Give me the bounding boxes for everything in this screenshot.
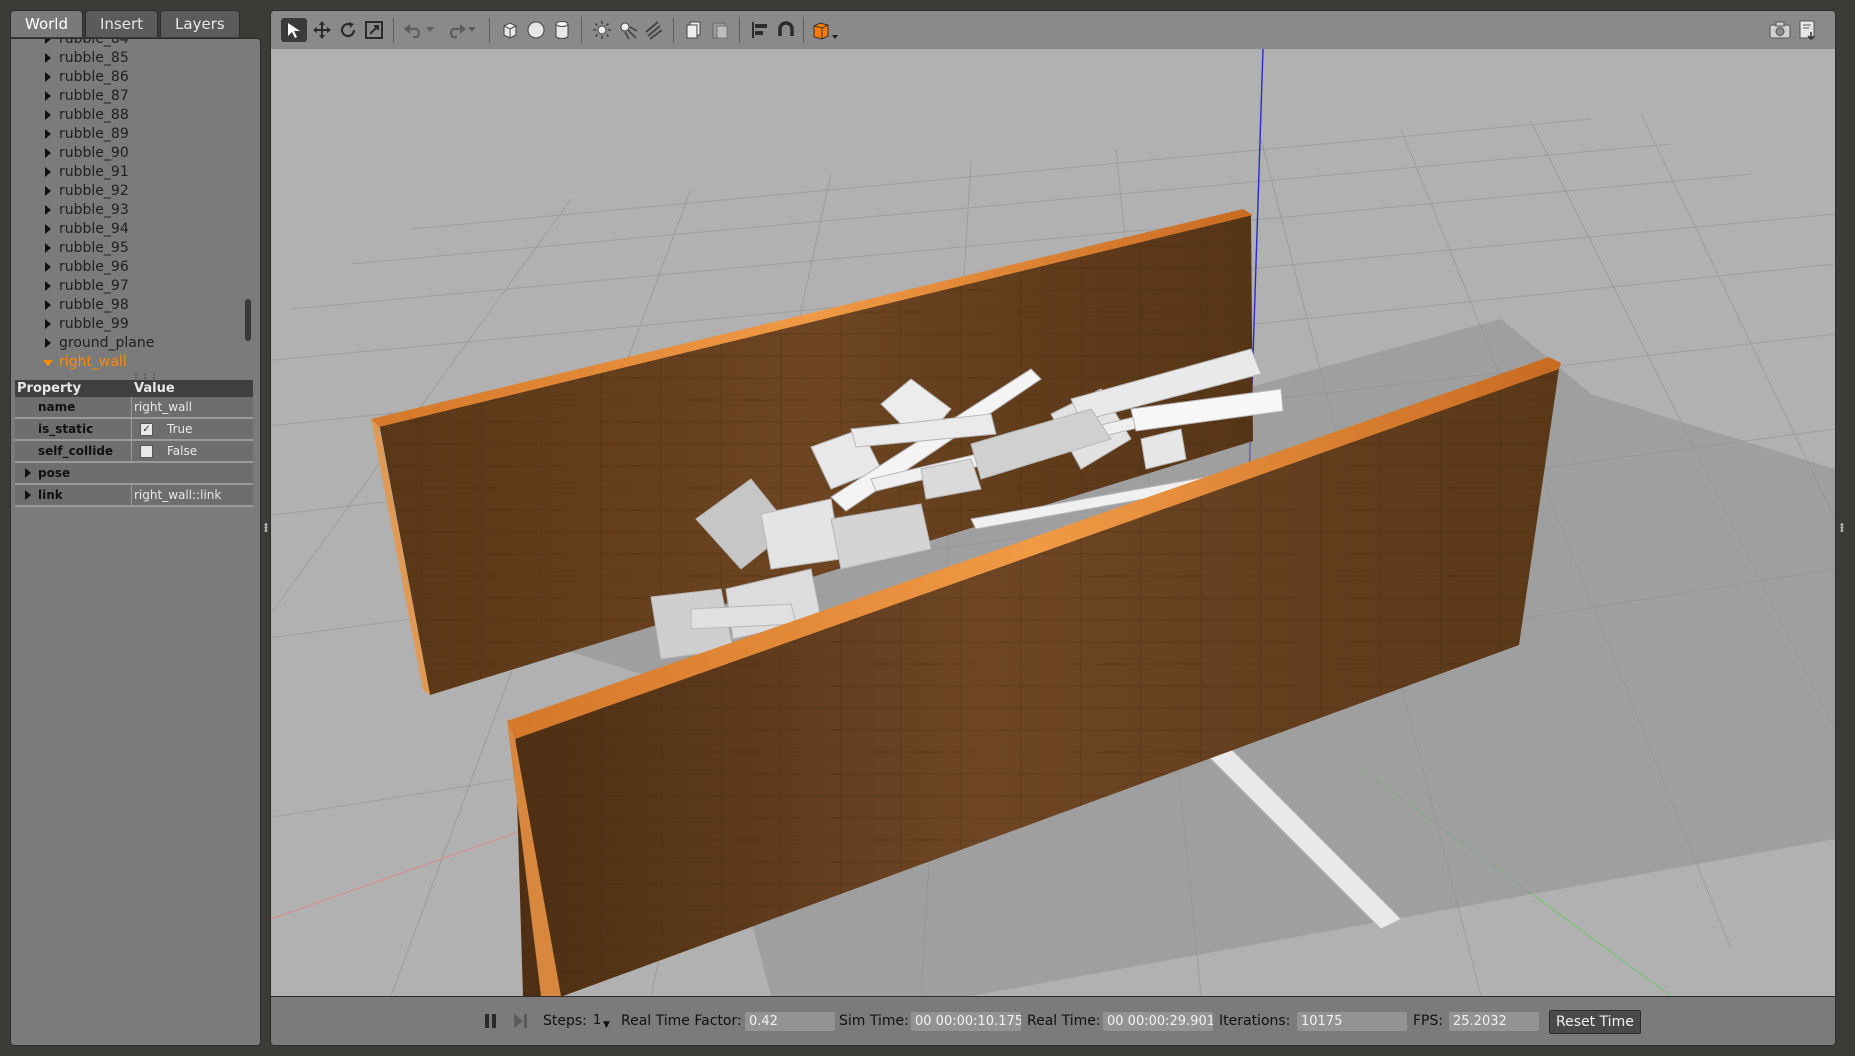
- iterations-field: 10175: [1297, 1012, 1407, 1031]
- is-static-checkbox[interactable]: ✓: [140, 423, 153, 436]
- simulation-bottom-bar: Steps: 1 ▼ Real Time Factor: 0.42 Sim Ti…: [270, 996, 1836, 1046]
- right-splitter-handle[interactable]: • • •: [1839, 521, 1845, 537]
- 3d-viewport[interactable]: [270, 49, 1836, 996]
- expand-arrow-icon[interactable]: [45, 39, 51, 44]
- property-table-header: Property Value: [15, 380, 253, 397]
- tree-item-rubble-85[interactable]: rubble_85: [11, 49, 241, 68]
- box-icon[interactable]: [497, 18, 523, 42]
- expand-arrow-icon[interactable]: [45, 53, 51, 63]
- property-table: Property Value name right_wall is_static…: [15, 380, 253, 507]
- pause-icon[interactable]: [481, 1011, 501, 1031]
- expand-arrow-icon[interactable]: [45, 300, 51, 310]
- expand-arrow-icon[interactable]: [45, 243, 51, 253]
- property-row-self-collide[interactable]: self_collide False: [15, 441, 253, 463]
- cylinder-icon[interactable]: [549, 18, 575, 42]
- expand-arrow-icon[interactable]: [45, 205, 51, 215]
- property-group-pose[interactable]: pose: [15, 463, 253, 485]
- sphere-icon[interactable]: [523, 18, 549, 42]
- main-toolbar: [270, 10, 1836, 50]
- real-time-label: Real Time:: [1027, 1013, 1101, 1029]
- reset-time-button[interactable]: Reset Time: [1549, 1010, 1641, 1034]
- tab-world[interactable]: World: [10, 10, 83, 37]
- copy-icon[interactable]: [681, 18, 707, 42]
- property-column-header: Property: [17, 381, 82, 396]
- property-row-name[interactable]: name right_wall: [15, 397, 253, 419]
- tree-item-rubble-88[interactable]: rubble_88: [11, 106, 241, 125]
- align-icon[interactable]: [747, 18, 773, 42]
- tree-scrollbar-thumb[interactable]: [245, 299, 251, 341]
- point-light-icon[interactable]: [589, 18, 615, 42]
- scale-mode-icon[interactable]: [361, 18, 387, 42]
- expand-arrow-icon[interactable]: [45, 148, 51, 158]
- expand-arrow-icon[interactable]: [45, 91, 51, 101]
- expand-arrow-icon[interactable]: [45, 129, 51, 139]
- real-time-factor-field: 0.42: [745, 1012, 835, 1031]
- scene-render[interactable]: [271, 49, 1835, 996]
- undo-history-icon[interactable]: [423, 18, 437, 42]
- tree-item-rubble-91[interactable]: rubble_91: [11, 163, 241, 182]
- left-panel-tabs: World Insert Layers: [10, 10, 242, 38]
- model-tree[interactable]: rubble_84 rubble_85 rubble_86 rubble_87 …: [11, 39, 260, 374]
- select-mode-icon[interactable]: [281, 18, 307, 42]
- tree-item-rubble-87[interactable]: rubble_87: [11, 87, 241, 106]
- iterations-label: Iterations:: [1219, 1013, 1291, 1029]
- self-collide-checkbox[interactable]: [140, 445, 153, 458]
- fps-label: FPS:: [1413, 1013, 1444, 1029]
- tree-item-rubble-94[interactable]: rubble_94: [11, 220, 241, 239]
- tree-item-rubble-93[interactable]: rubble_93: [11, 201, 241, 220]
- spot-light-icon[interactable]: [615, 18, 641, 42]
- expand-arrow-icon[interactable]: [45, 281, 51, 291]
- property-group-link[interactable]: link right_wall::link: [15, 485, 253, 507]
- name-value[interactable]: right_wall: [134, 397, 192, 417]
- translate-mode-icon[interactable]: [309, 18, 335, 42]
- real-time-factor-label: Real Time Factor:: [621, 1013, 742, 1029]
- tree-item-rubble-84[interactable]: rubble_84: [11, 39, 241, 49]
- real-time-field: 00 00:00:29.901: [1103, 1012, 1213, 1031]
- expand-arrow-icon[interactable]: [25, 468, 31, 478]
- view-angle-icon[interactable]: [809, 18, 843, 42]
- tree-item-rubble-90[interactable]: rubble_90: [11, 144, 241, 163]
- tab-insert[interactable]: Insert: [85, 10, 159, 37]
- tree-item-rubble-96[interactable]: rubble_96: [11, 258, 241, 277]
- rotate-mode-icon[interactable]: [335, 18, 361, 42]
- tree-item-rubble-86[interactable]: rubble_86: [11, 68, 241, 87]
- steps-label: Steps:: [543, 1013, 587, 1029]
- tree-item-ground-plane[interactable]: ground_plane: [11, 334, 241, 353]
- tree-item-rubble-98[interactable]: rubble_98: [11, 296, 241, 315]
- fps-field: 25.2032: [1449, 1012, 1539, 1031]
- tree-item-rubble-89[interactable]: rubble_89: [11, 125, 241, 144]
- tree-item-rubble-97[interactable]: rubble_97: [11, 277, 241, 296]
- tree-item-rubble-99[interactable]: rubble_99: [11, 315, 241, 334]
- redo-history-icon[interactable]: [465, 18, 479, 42]
- property-row-is-static[interactable]: is_static ✓ True: [15, 419, 253, 441]
- expand-arrow-icon[interactable]: [45, 319, 51, 329]
- screenshot-icon[interactable]: [1767, 18, 1793, 42]
- expand-arrow-icon[interactable]: [45, 338, 51, 348]
- expand-arrow-icon[interactable]: [45, 167, 51, 177]
- step-icon[interactable]: [511, 1011, 531, 1031]
- expand-arrow-icon[interactable]: [45, 72, 51, 82]
- expand-arrow-icon[interactable]: [45, 186, 51, 196]
- directional-light-icon[interactable]: [641, 18, 667, 42]
- tree-item-rubble-95[interactable]: rubble_95: [11, 239, 241, 258]
- log-icon[interactable]: [1795, 18, 1821, 42]
- steps-dropdown-icon[interactable]: ▼: [603, 1001, 610, 1049]
- tree-item-rubble-92[interactable]: rubble_92: [11, 182, 241, 201]
- expand-arrow-icon[interactable]: [25, 490, 31, 500]
- sim-time-field: 00 00:00:10.175: [911, 1012, 1021, 1031]
- paste-icon[interactable]: [707, 18, 733, 42]
- tab-layers[interactable]: Layers: [160, 10, 240, 37]
- expand-arrow-icon[interactable]: [45, 110, 51, 120]
- expand-arrow-icon[interactable]: [45, 224, 51, 234]
- expand-arrow-icon[interactable]: [45, 262, 51, 272]
- snap-icon[interactable]: [773, 18, 799, 42]
- tree-item-right-wall[interactable]: right_wall: [11, 353, 241, 372]
- collapse-arrow-icon[interactable]: [43, 360, 53, 366]
- steps-value[interactable]: 1: [593, 997, 601, 1045]
- left-splitter-handle[interactable]: • • •: [263, 521, 269, 537]
- world-panel: rubble_84 rubble_85 rubble_86 rubble_87 …: [10, 38, 261, 1046]
- sim-time-label: Sim Time:: [839, 1013, 909, 1029]
- value-column-header: Value: [134, 381, 175, 396]
